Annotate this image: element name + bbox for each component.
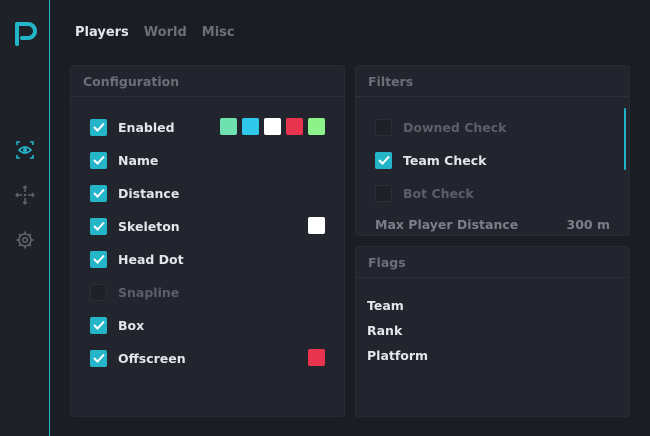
- name-checkbox[interactable]: [90, 151, 107, 169]
- name-label: Name: [118, 152, 159, 168]
- tab-players[interactable]: Players: [75, 25, 129, 40]
- box-checkbox[interactable]: [90, 316, 107, 334]
- skeleton-label: Skeleton: [118, 218, 180, 234]
- enabled-checkbox[interactable]: [90, 118, 107, 136]
- eye-icon[interactable]: [14, 139, 36, 161]
- tab-world[interactable]: World: [144, 25, 187, 40]
- max-player-distance-value[interactable]: 300 m: [567, 217, 610, 232]
- option-offscreen[interactable]: Offscreen: [90, 349, 186, 367]
- color-swatch[interactable]: [308, 349, 325, 366]
- distance-label: Distance: [118, 185, 180, 201]
- option-distance[interactable]: Distance: [90, 184, 179, 202]
- option-name[interactable]: Name: [90, 151, 158, 169]
- option-box[interactable]: Box: [90, 316, 144, 334]
- offscreen-checkbox[interactable]: [90, 349, 107, 367]
- p-logo-icon: [13, 20, 37, 46]
- option-head-dot[interactable]: Head Dot: [90, 250, 184, 268]
- filter-downed-check[interactable]: Downed Check: [375, 118, 506, 136]
- team-check-label: Team Check: [403, 152, 487, 168]
- flag-team[interactable]: Team: [367, 298, 404, 313]
- offscreen-color-swatches: [308, 349, 325, 366]
- flag-rank[interactable]: Rank: [367, 323, 402, 338]
- filters-title: Filters: [356, 66, 629, 97]
- color-swatch[interactable]: [264, 118, 281, 135]
- crosshair-icon[interactable]: [14, 184, 36, 206]
- tab-misc[interactable]: Misc: [202, 25, 235, 40]
- color-swatch[interactable]: [220, 118, 237, 135]
- filter-bot-check[interactable]: Bot Check: [375, 184, 474, 202]
- tab-bar: Players World Misc: [75, 25, 235, 40]
- team-check-checkbox[interactable]: [375, 151, 392, 169]
- box-label: Box: [118, 317, 145, 333]
- bot-check-checkbox[interactable]: [375, 184, 392, 202]
- offscreen-label: Offscreen: [118, 350, 186, 366]
- skeleton-checkbox[interactable]: [90, 217, 107, 235]
- max-player-distance-label: Max Player Distance: [375, 217, 519, 232]
- option-enabled[interactable]: Enabled: [90, 118, 175, 136]
- filter-team-check[interactable]: Team Check: [375, 151, 486, 169]
- snapline-checkbox[interactable]: [90, 283, 107, 301]
- flag-platform[interactable]: Platform: [367, 348, 428, 363]
- sidebar: [0, 0, 50, 436]
- color-swatch[interactable]: [286, 118, 303, 135]
- color-swatch[interactable]: [308, 217, 325, 234]
- downed-check-checkbox[interactable]: [375, 118, 392, 136]
- filters-scrollbar[interactable]: [624, 108, 626, 170]
- skeleton-color-swatches: [308, 217, 325, 234]
- distance-checkbox[interactable]: [90, 184, 107, 202]
- downed-check-label: Downed Check: [403, 119, 507, 135]
- enabled-label: Enabled: [118, 119, 175, 135]
- configuration-title: Configuration: [71, 66, 344, 97]
- color-swatch[interactable]: [242, 118, 259, 135]
- head-dot-checkbox[interactable]: [90, 250, 107, 268]
- snapline-label: Snapline: [118, 284, 180, 300]
- bot-check-label: Bot Check: [403, 185, 474, 201]
- option-skeleton[interactable]: Skeleton: [90, 217, 180, 235]
- head-dot-label: Head Dot: [118, 251, 184, 267]
- gear-icon[interactable]: [14, 229, 36, 251]
- option-snapline[interactable]: Snapline: [90, 283, 179, 301]
- enabled-color-swatches: [220, 118, 325, 135]
- color-swatch[interactable]: [308, 118, 325, 135]
- flags-title: Flags: [356, 247, 629, 278]
